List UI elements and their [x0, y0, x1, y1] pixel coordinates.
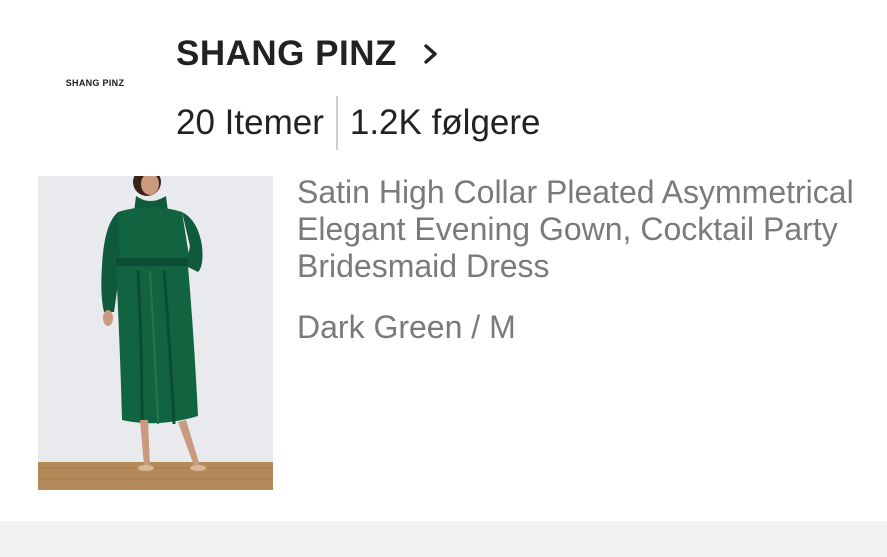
store-stats: 20 Itemer 1.2K følgere — [176, 96, 541, 150]
product-variant: Dark Green / M — [297, 309, 516, 345]
chevron-right-icon — [424, 44, 437, 64]
seller-card-page: SHANG PINZ SHANG PINZ 20 Itemer 1.2K føl… — [0, 0, 887, 557]
dress-photo-icon — [38, 176, 273, 490]
store-header-link[interactable]: SHANG PINZ — [176, 34, 441, 74]
items-count[interactable]: 20 Itemer — [176, 103, 324, 143]
product-image[interactable] — [38, 176, 273, 490]
store-name: SHANG PINZ — [176, 34, 397, 73]
product-title[interactable]: Satin High Collar Pleated Asymmetrical E… — [297, 174, 883, 285]
store-logo[interactable]: SHANG PINZ — [50, 78, 140, 88]
stats-divider — [335, 96, 338, 150]
followers-count[interactable]: 1.2K følgere — [350, 103, 541, 143]
bottom-divider-band — [0, 521, 887, 557]
